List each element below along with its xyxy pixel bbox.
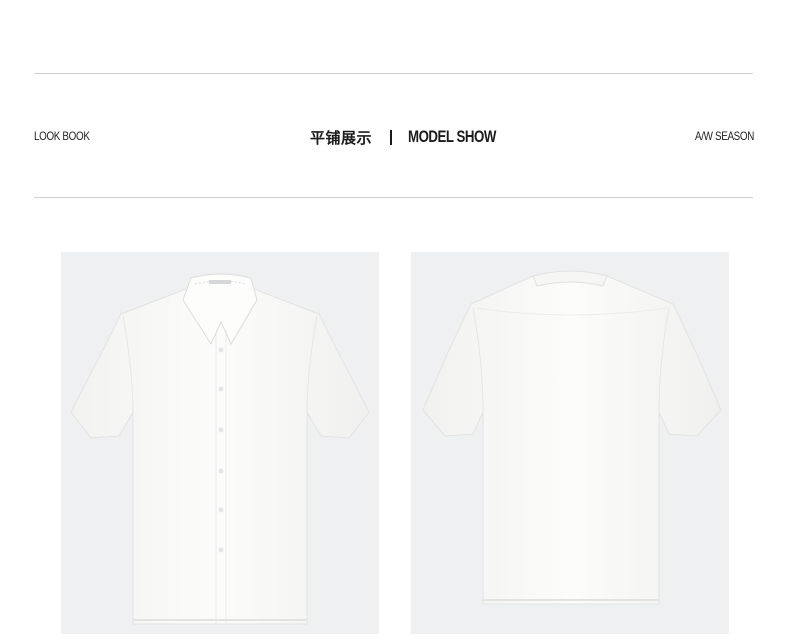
title-english: MODEL SHOW — [408, 127, 496, 146]
title-separator — [390, 129, 393, 145]
shirt-front-image — [61, 252, 379, 634]
title-chinese: 平铺展示 — [310, 128, 373, 147]
season-label: A/W SEASON — [694, 129, 754, 143]
shirt-back-image — [411, 252, 729, 634]
top-divider — [34, 73, 753, 74]
section-header: LOOK BOOK 平铺展示 MODEL SHOW A/W SEASON — [0, 118, 790, 158]
bottom-divider — [34, 197, 753, 198]
section-title: 平铺展示 MODEL SHOW — [310, 124, 521, 150]
lookbook-label: LOOK BOOK — [34, 129, 90, 143]
